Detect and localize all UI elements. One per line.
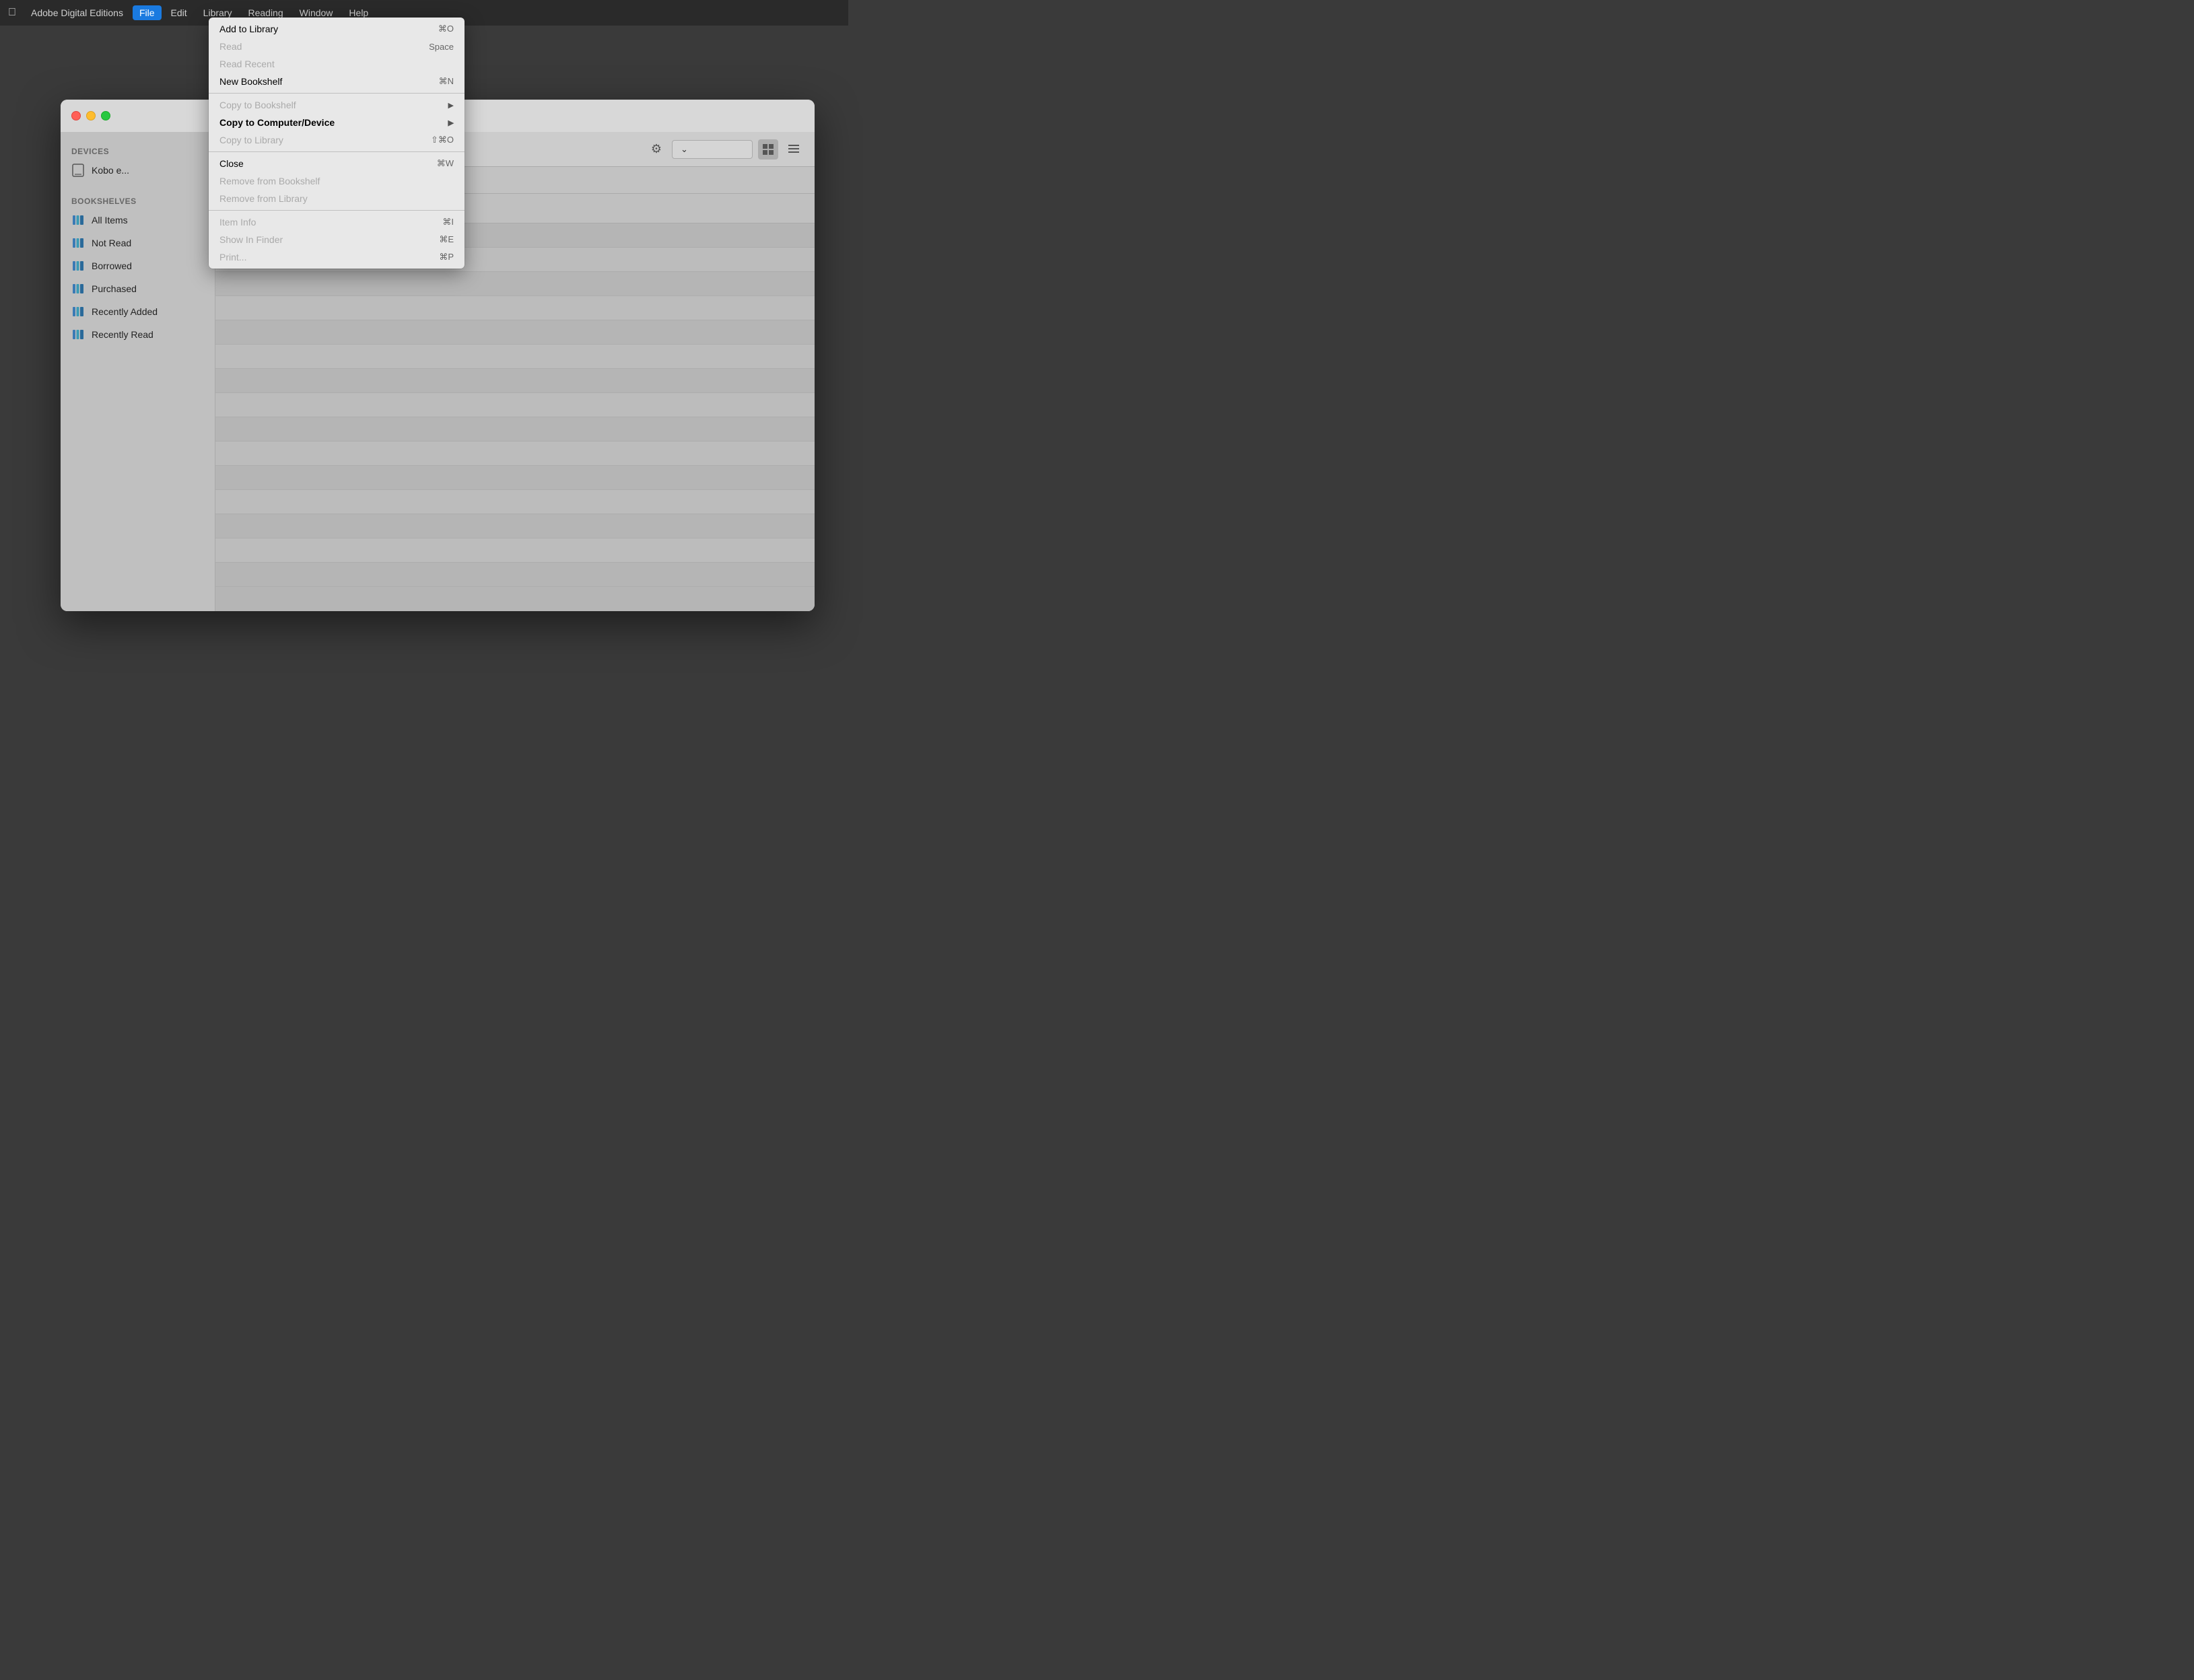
menu-separator-3 [209,210,465,211]
menu-item-copy-to-bookshelf[interactable]: Copy to Bookshelf ▶ [209,96,465,114]
sidebar-item-recently-read[interactable]: Recently Read [61,323,215,346]
sidebar: Devices Kobo e... Bookshelves [61,132,215,611]
table-row [215,417,815,442]
not-read-label: Not Read [92,238,131,248]
kobo-device-icon [71,164,85,177]
recently-read-label: Recently Read [92,329,153,340]
menu-item-show-in-finder[interactable]: Show In Finder ⌘E [209,231,465,248]
table-row [215,514,815,538]
all-items-label: All Items [92,215,128,225]
menu-item-print[interactable]: Print... ⌘P [209,248,465,266]
sidebar-item-recently-added[interactable]: Recently Added [61,300,215,323]
table-row [215,563,815,587]
add-to-library-label: Add to Library [219,24,425,34]
sidebar-item-kobo[interactable]: Kobo e... [61,159,215,182]
recently-added-label: Recently Added [92,306,158,317]
remove-from-library-label: Remove from Library [219,193,440,204]
purchased-label: Purchased [92,283,137,294]
menu-item-remove-from-library[interactable]: Remove from Library [209,190,465,207]
menu-item-remove-from-bookshelf[interactable]: Remove from Bookshelf [209,172,465,190]
menu-item-copy-to-library[interactable]: Copy to Library ⇧⌘O [209,131,465,149]
remove-from-bookshelf-label: Remove from Bookshelf [219,176,440,186]
add-to-library-shortcut: ⌘O [438,24,454,34]
table-row [215,296,815,320]
copy-to-library-shortcut: ⇧⌘O [431,135,454,145]
menu-item-read[interactable]: Read Space [209,38,465,55]
file-dropdown-menu: Add to Library ⌘O Read Space Read Recent… [209,18,465,269]
recently-added-icon [71,305,85,318]
sort-dropdown[interactable]: ⌄ [672,140,753,159]
read-recent-label: Read Recent [219,59,440,69]
copy-to-computer-label: Copy to Computer/Device [219,117,448,128]
purchased-icon [71,282,85,295]
menu-separator-2 [209,151,465,152]
not-read-icon [71,236,85,250]
menu-item-copy-to-computer[interactable]: Copy to Computer/Device ▶ [209,114,465,131]
show-in-finder-shortcut: ⌘E [439,234,454,245]
menu-file[interactable]: File [133,5,162,20]
read-label: Read [219,41,415,52]
sidebar-item-not-read[interactable]: Not Read [61,232,215,254]
bookshelves-section: Bookshelves All Items [61,193,215,346]
menu-edit[interactable]: Edit [164,5,194,20]
menu-app-name[interactable]: Adobe Digital Editions [24,5,130,20]
show-in-finder-label: Show In Finder [219,234,425,245]
print-shortcut: ⌘P [439,252,454,262]
new-bookshelf-label: New Bookshelf [219,76,425,87]
bookshelves-section-label: Bookshelves [61,193,215,209]
item-info-shortcut: ⌘I [442,217,454,228]
table-row [215,345,815,369]
copy-to-bookshelf-arrow: ▶ [448,101,454,110]
menu-item-new-bookshelf[interactable]: New Bookshelf ⌘N [209,73,465,90]
table-row [215,320,815,345]
menu-item-read-recent[interactable]: Read Recent [209,55,465,73]
table-row [215,538,815,563]
all-items-icon [71,213,85,227]
borrowed-icon [71,259,85,273]
apple-logo-icon:  [8,7,16,19]
close-button[interactable] [71,111,81,120]
copy-to-library-label: Copy to Library [219,135,417,145]
close-shortcut: ⌘W [437,158,454,169]
content-area [215,223,815,611]
sidebar-item-purchased[interactable]: Purchased [61,277,215,300]
borrowed-label: Borrowed [92,260,132,271]
copy-to-computer-arrow: ▶ [448,118,454,127]
menu-item-item-info[interactable]: Item Info ⌘I [209,213,465,231]
list-view-button[interactable] [784,139,804,160]
print-label: Print... [219,252,425,262]
menu-separator-1 [209,93,465,94]
kobo-label: Kobo e... [92,165,129,176]
traffic-lights [71,111,110,120]
sort-chevron-icon: ⌄ [681,144,688,155]
table-row [215,490,815,514]
item-info-label: Item Info [219,217,429,228]
copy-to-bookshelf-label: Copy to Bookshelf [219,100,448,110]
new-bookshelf-shortcut: ⌘N [439,76,454,87]
read-shortcut: Space [429,42,454,52]
table-row [215,393,815,417]
table-row [215,466,815,490]
close-label: Close [219,158,423,169]
table-row [215,442,815,466]
maximize-button[interactable] [101,111,110,120]
grid-view-button[interactable] [758,139,778,160]
sidebar-item-borrowed[interactable]: Borrowed [61,254,215,277]
sidebar-item-all-items[interactable]: All Items [61,209,215,232]
table-row [215,272,815,296]
recently-read-icon [71,328,85,341]
menu-item-add-to-library[interactable]: Add to Library ⌘O [209,20,465,38]
menu-item-close[interactable]: Close ⌘W [209,155,465,172]
table-row [215,369,815,393]
library-gear-button[interactable]: ⚙︎ [646,139,666,160]
devices-section-label: Devices [61,143,215,159]
minimize-button[interactable] [86,111,96,120]
